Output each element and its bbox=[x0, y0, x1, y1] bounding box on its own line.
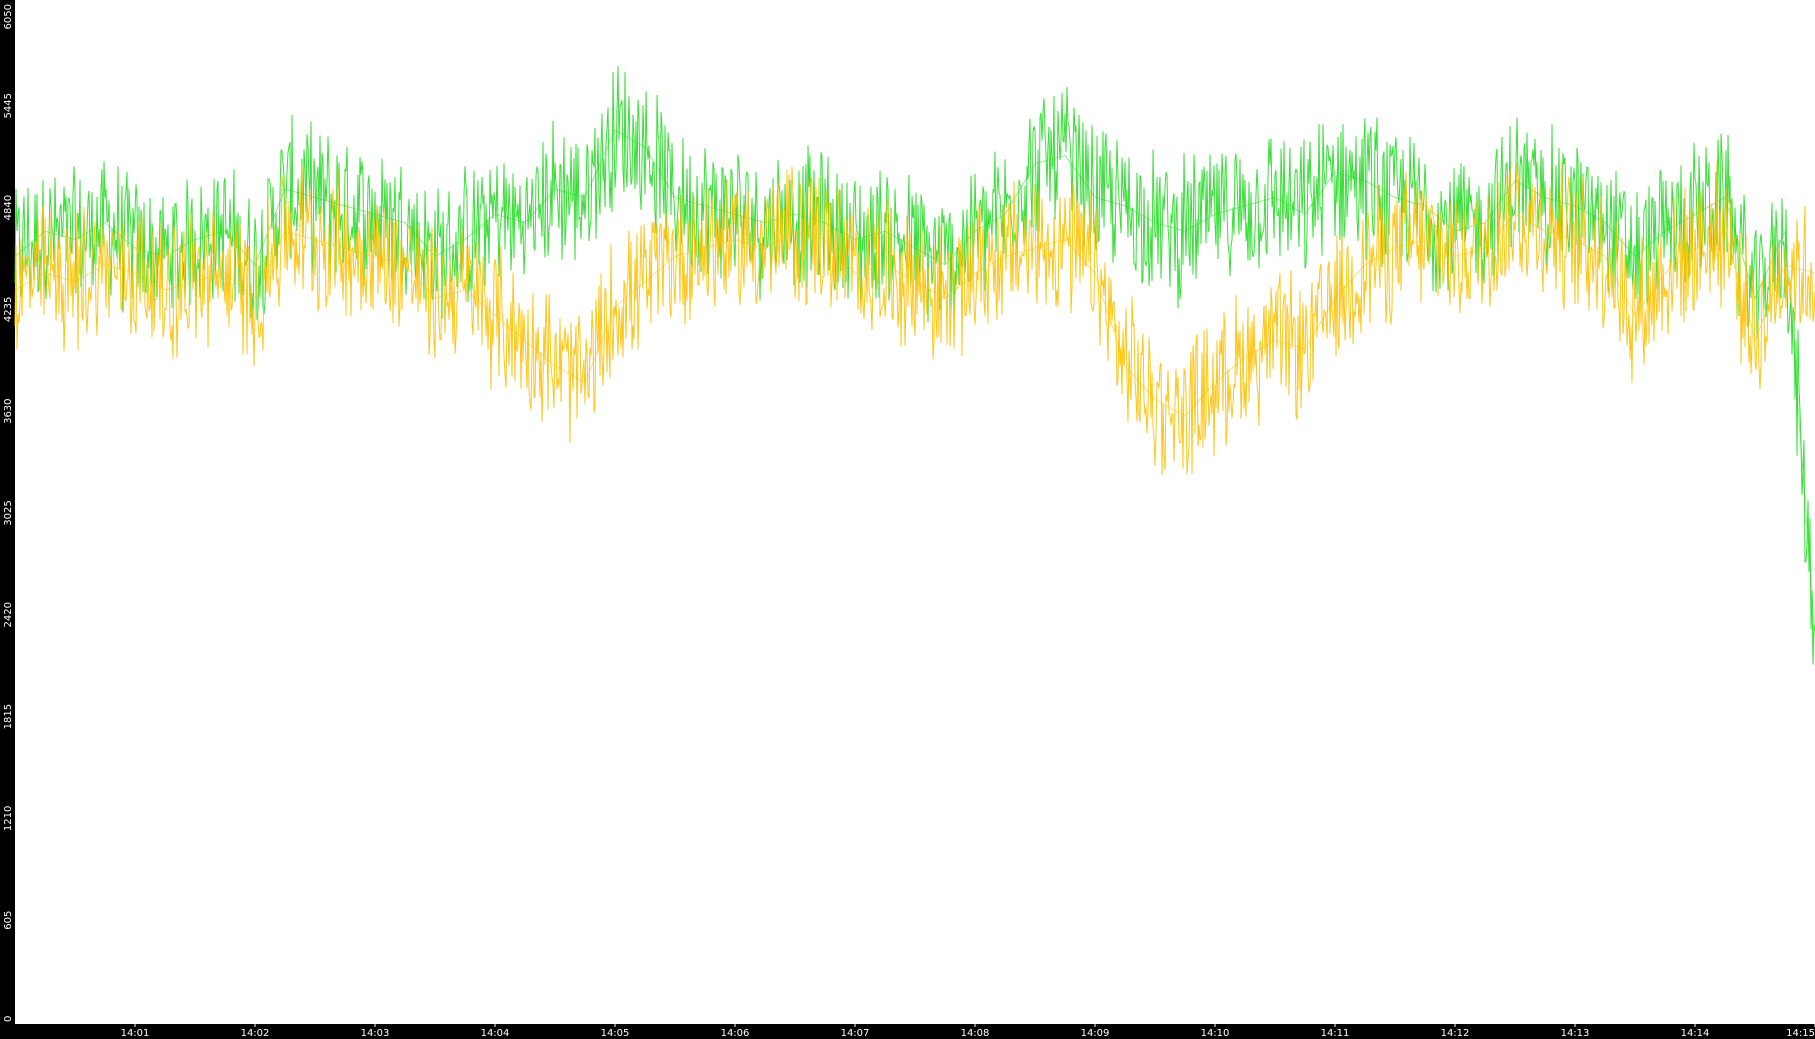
y-tick-label: 4840 bbox=[3, 195, 14, 220]
y-tick-label: 6050 bbox=[3, 4, 14, 29]
y-tick-label: 605 bbox=[3, 911, 14, 930]
x-axis-bar bbox=[0, 1024, 1815, 1039]
x-tick-label: 14:06 bbox=[721, 1028, 750, 1039]
x-tick-label: 14:10 bbox=[1201, 1028, 1230, 1039]
y-tick-label: 1210 bbox=[3, 806, 14, 831]
x-tick-label: 14:13 bbox=[1561, 1028, 1590, 1039]
x-tick-label: 14:04 bbox=[481, 1028, 510, 1039]
y-tick-label: 3025 bbox=[3, 500, 14, 525]
y-tick-label: 3630 bbox=[3, 398, 14, 423]
y-tick-label: 4235 bbox=[3, 297, 14, 322]
x-tick-label: 14:08 bbox=[961, 1028, 990, 1039]
y-tick-label: 5445 bbox=[3, 93, 14, 118]
x-tick-label: 14:12 bbox=[1441, 1028, 1470, 1039]
x-tick-label: 14:07 bbox=[841, 1028, 870, 1039]
x-tick-label: 14:15 bbox=[1786, 1028, 1815, 1039]
line-chart: 0 605 1210 1815 2420 3025 3630 4235 4840 5445 6050… bbox=[0, 0, 1815, 1039]
chart-svg: 0 605 1210 1815 2420 3025 3630 4235 4840 5445 6050… bbox=[0, 0, 1815, 1039]
series-1-trace bbox=[14, 65, 1815, 665]
x-tick-label: 14:01 bbox=[121, 1028, 150, 1039]
x-tick-label: 14:05 bbox=[601, 1028, 630, 1039]
y-tick-label: 0 bbox=[3, 1016, 14, 1022]
x-tick-label: 14:02 bbox=[241, 1028, 270, 1039]
y-tick-label: 2420 bbox=[3, 602, 14, 627]
x-tick-label: 14:11 bbox=[1321, 1028, 1350, 1039]
series-layer bbox=[14, 65, 1815, 665]
y-tick-label: 1815 bbox=[3, 704, 14, 729]
x-tick-label: 14:03 bbox=[361, 1028, 390, 1039]
x-tick-label: 14:09 bbox=[1081, 1028, 1110, 1039]
x-tick-label: 14:14 bbox=[1681, 1028, 1710, 1039]
